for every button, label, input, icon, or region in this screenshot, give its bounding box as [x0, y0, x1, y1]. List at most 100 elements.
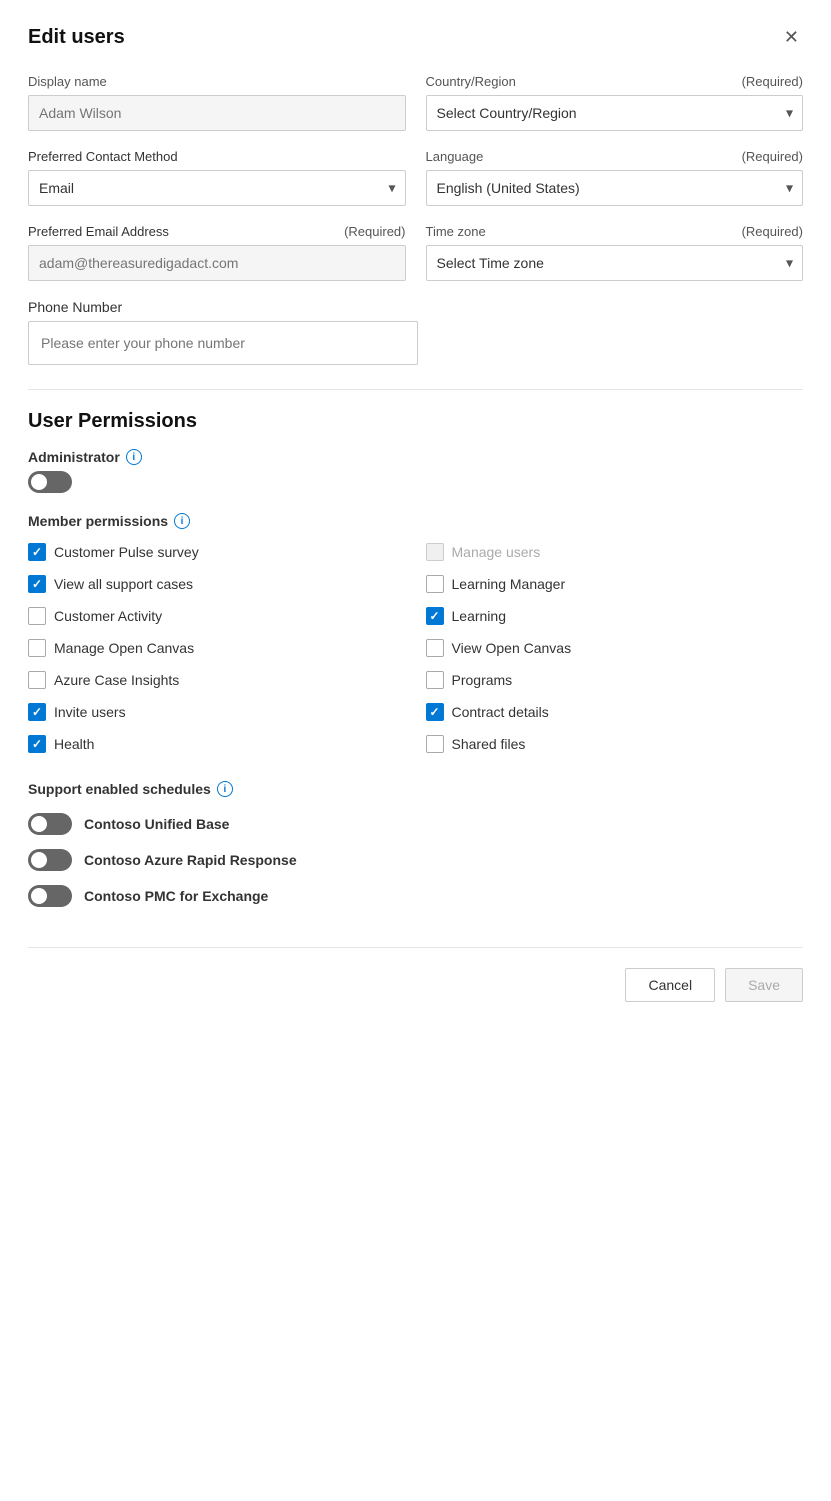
schedule-contoso-pmc: Contoso PMC for Exchange — [28, 885, 803, 907]
schedule-contoso-unified: Contoso Unified Base — [28, 813, 803, 835]
language-required: (Required) — [742, 149, 803, 164]
country-label: Country/Region — [426, 74, 516, 89]
checkbox-azure-case-insights[interactable] — [28, 671, 46, 689]
display-name-input[interactable] — [28, 95, 406, 131]
form-row-1: Display name Country/Region (Required) S… — [28, 74, 803, 131]
contact-method-select[interactable]: Email — [28, 170, 406, 206]
phone-label: Phone Number — [28, 299, 803, 315]
language-col: Language (Required) English (United Stat… — [426, 149, 804, 206]
label-customer-activity: Customer Activity — [54, 608, 162, 624]
perm-customer-activity: Customer Activity — [28, 607, 406, 625]
toggle-contoso-unified[interactable] — [28, 813, 72, 835]
perm-health: Health — [28, 735, 406, 753]
form-row-2: Preferred Contact Method Email Language … — [28, 149, 803, 206]
checkbox-customer-activity[interactable] — [28, 607, 46, 625]
checkbox-shared-files[interactable] — [426, 735, 444, 753]
toggle-contoso-azure[interactable] — [28, 849, 72, 871]
label-shared-files: Shared files — [452, 736, 526, 752]
label-programs: Programs — [452, 672, 513, 688]
label-view-support: View all support cases — [54, 576, 193, 592]
checkbox-customer-pulse[interactable] — [28, 543, 46, 561]
admin-toggle-slider — [28, 471, 72, 493]
country-required: (Required) — [742, 74, 803, 89]
label-contoso-unified: Contoso Unified Base — [84, 816, 229, 832]
perm-programs: Programs — [426, 671, 804, 689]
display-name-col: Display name — [28, 74, 406, 131]
phone-input[interactable] — [28, 321, 418, 365]
checkbox-learning-manager[interactable] — [426, 575, 444, 593]
perm-invite-users: Invite users — [28, 703, 406, 721]
label-contoso-azure: Contoso Azure Rapid Response — [84, 852, 297, 868]
email-required: (Required) — [344, 224, 405, 239]
admin-toggle[interactable] — [28, 471, 72, 493]
label-contoso-pmc: Contoso PMC for Exchange — [84, 888, 268, 904]
admin-label-row: Administrator i — [28, 449, 803, 465]
email-col: Preferred Email Address (Required) — [28, 224, 406, 281]
email-input[interactable] — [28, 245, 406, 281]
perm-view-open-canvas: View Open Canvas — [426, 639, 804, 657]
label-learning-manager: Learning Manager — [452, 576, 566, 592]
checkbox-programs[interactable] — [426, 671, 444, 689]
phone-section: Phone Number — [28, 299, 803, 365]
perm-manage-open-canvas: Manage Open Canvas — [28, 639, 406, 657]
user-permissions-section: User Permissions Administrator i Member … — [28, 410, 803, 753]
checkbox-contract-details[interactable] — [426, 703, 444, 721]
display-name-label: Display name — [28, 74, 406, 89]
admin-info-icon[interactable]: i — [126, 449, 142, 465]
cancel-button[interactable]: Cancel — [625, 968, 715, 1002]
checkbox-view-support[interactable] — [28, 575, 46, 593]
perm-azure-case-insights: Azure Case Insights — [28, 671, 406, 689]
perm-customer-pulse: Customer Pulse survey — [28, 543, 406, 561]
slider-contoso-unified — [28, 813, 72, 835]
perm-manage-users: Manage users — [426, 543, 804, 561]
country-select[interactable]: Select Country/Region — [426, 95, 804, 131]
permissions-grid: Customer Pulse survey Manage users View … — [28, 543, 803, 753]
perm-view-support: View all support cases — [28, 575, 406, 593]
support-schedules-info-icon[interactable]: i — [217, 781, 233, 797]
language-label: Language — [426, 149, 484, 164]
label-learning: Learning — [452, 608, 507, 624]
checkbox-view-open-canvas[interactable] — [426, 639, 444, 657]
member-permissions-label-row: Member permissions i — [28, 513, 803, 529]
timezone-select[interactable]: Select Time zone — [426, 245, 804, 281]
timezone-select-wrapper: Select Time zone — [426, 245, 804, 281]
user-permissions-title: User Permissions — [28, 410, 803, 433]
support-schedules-label: Support enabled schedules — [28, 781, 211, 797]
contact-method-label: Preferred Contact Method — [28, 149, 406, 164]
schedule-contoso-azure: Contoso Azure Rapid Response — [28, 849, 803, 871]
footer-buttons: Cancel Save — [28, 947, 803, 1002]
timezone-label: Time zone — [426, 224, 486, 239]
section-divider — [28, 389, 803, 390]
language-select-wrapper: English (United States) — [426, 170, 804, 206]
checkbox-manage-users[interactable] — [426, 543, 444, 561]
slider-contoso-pmc — [28, 885, 72, 907]
save-button[interactable]: Save — [725, 968, 803, 1002]
timezone-col: Time zone (Required) Select Time zone — [426, 224, 804, 281]
label-manage-open-canvas: Manage Open Canvas — [54, 640, 194, 656]
checkbox-health[interactable] — [28, 735, 46, 753]
perm-contract-details: Contract details — [426, 703, 804, 721]
checkbox-invite-users[interactable] — [28, 703, 46, 721]
edit-users-modal: Edit users ✕ Display name Country/Region… — [0, 0, 831, 1501]
checkbox-manage-open-canvas[interactable] — [28, 639, 46, 657]
contact-method-select-wrapper: Email — [28, 170, 406, 206]
country-select-wrapper: Select Country/Region — [426, 95, 804, 131]
email-label: Preferred Email Address — [28, 224, 169, 239]
perm-learning-manager: Learning Manager — [426, 575, 804, 593]
contact-method-col: Preferred Contact Method Email — [28, 149, 406, 206]
country-region-col: Country/Region (Required) Select Country… — [426, 74, 804, 131]
checkbox-learning[interactable] — [426, 607, 444, 625]
toggle-contoso-pmc[interactable] — [28, 885, 72, 907]
timezone-required: (Required) — [742, 224, 803, 239]
member-permissions-info-icon[interactable]: i — [174, 513, 190, 529]
label-contract-details: Contract details — [452, 704, 549, 720]
support-schedules-section: Support enabled schedules i Contoso Unif… — [28, 781, 803, 907]
slider-contoso-azure — [28, 849, 72, 871]
label-manage-users: Manage users — [452, 544, 541, 560]
label-view-open-canvas: View Open Canvas — [452, 640, 572, 656]
language-select[interactable]: English (United States) — [426, 170, 804, 206]
form-row-3: Preferred Email Address (Required) Time … — [28, 224, 803, 281]
close-button[interactable]: ✕ — [780, 24, 803, 50]
admin-label: Administrator — [28, 449, 120, 465]
perm-learning: Learning — [426, 607, 804, 625]
